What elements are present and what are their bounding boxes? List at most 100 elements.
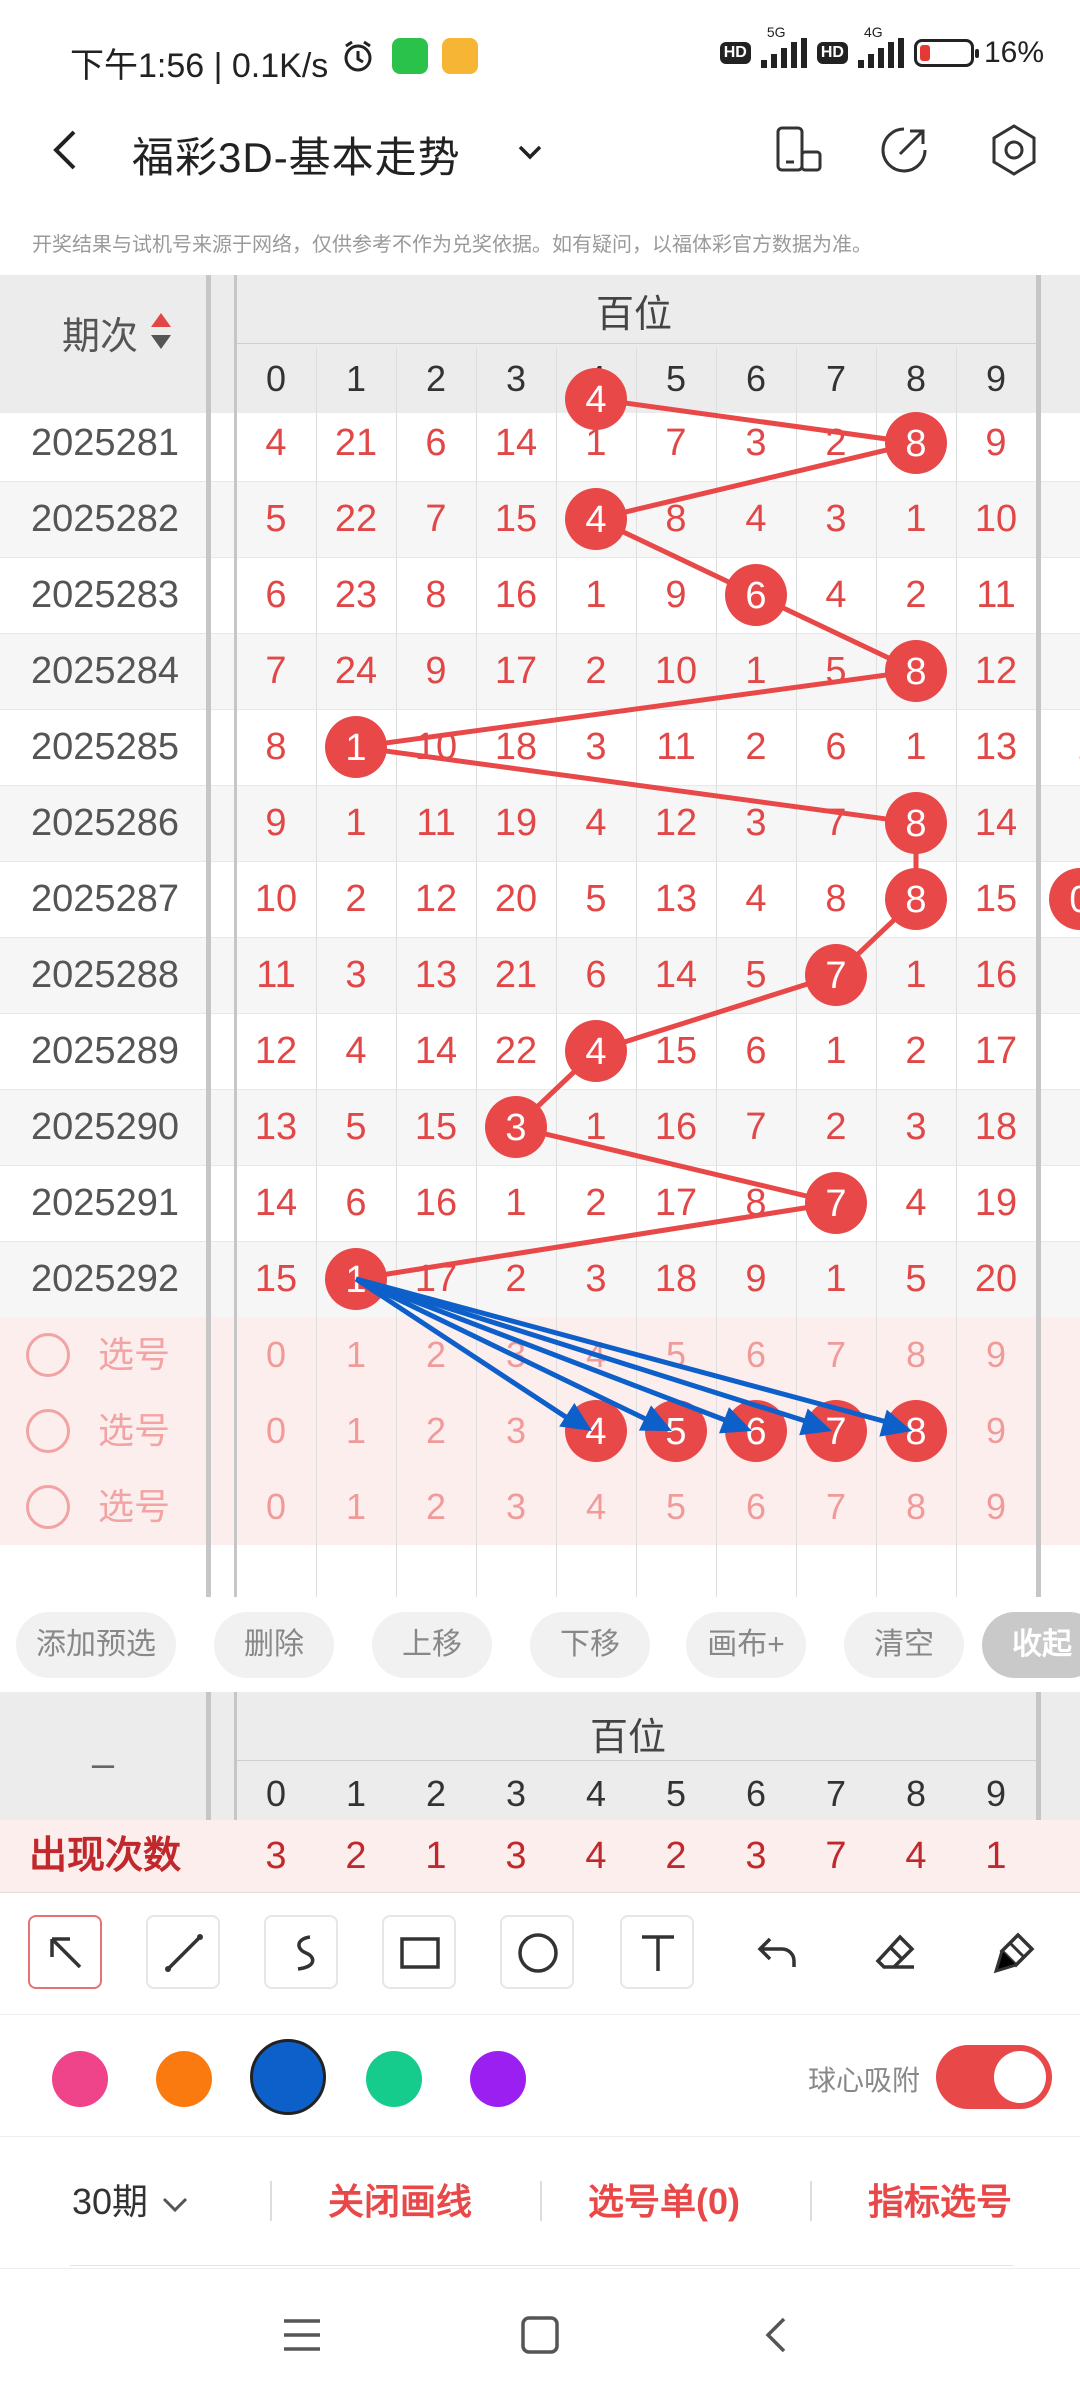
- action-bar: 添加预选 删除 上移 下移 画布+ 清空 收起: [0, 1600, 1080, 1690]
- stats-digit-header: 6: [745, 1773, 767, 1814]
- pick-list-button[interactable]: 选号单(0): [588, 2167, 740, 2237]
- notes-app-icon: [442, 38, 478, 74]
- settings-icon[interactable]: [984, 120, 1044, 180]
- canvas-plus-button[interactable]: 画布+: [686, 1612, 806, 1678]
- color-swatch-purple[interactable]: [470, 2051, 526, 2107]
- move-down-button[interactable]: 下移: [530, 1612, 650, 1678]
- stats-digit-header: 5: [665, 1773, 687, 1814]
- svg-text:7: 7: [825, 1183, 846, 1225]
- stats-section: – 百位 0 1 2 3 4 5 6 7 8 9 0 出现次数 3 2 1 3 4 2 3 7 4 1 3: [0, 1692, 1080, 1892]
- blue-arrow-line: [355, 1276, 899, 1428]
- hit-ball[interactable]: 8: [885, 412, 947, 474]
- svg-text:6: 6: [745, 1411, 766, 1453]
- trend-grid[interactable]: 2025280320513462123820252814216141732962…: [0, 275, 1080, 1597]
- svg-text:8: 8: [905, 803, 926, 845]
- snap-toggle[interactable]: [936, 2045, 1052, 2109]
- hit-ball[interactable]: 7: [805, 944, 867, 1006]
- svg-text:4: 4: [585, 379, 606, 421]
- svg-text:6: 6: [745, 575, 766, 617]
- delete-button[interactable]: 删除: [214, 1612, 334, 1678]
- hit-ball[interactable]: 8: [885, 792, 947, 854]
- indicator-pick-button[interactable]: 指标选号: [868, 2167, 1012, 2237]
- stats-digit-header: 8: [905, 1773, 927, 1814]
- status-time: 下午1:56 | 0.1K/s: [70, 47, 329, 85]
- trend-line-overlay: 4846818874371045678: [325, 368, 1080, 1462]
- add-preselect-button[interactable]: 添加预选: [16, 1612, 176, 1678]
- periods-select[interactable]: 30期: [72, 2167, 192, 2237]
- stats-count: 7: [825, 1835, 847, 1877]
- hit-ball[interactable]: 3: [485, 1096, 547, 1158]
- stats-digit-header: 3: [505, 1773, 527, 1814]
- svg-text:8: 8: [905, 651, 926, 693]
- hit-ball[interactable]: 4: [565, 368, 627, 430]
- svg-text:4: 4: [585, 1031, 606, 1073]
- hit-ball[interactable]: 6: [725, 564, 787, 626]
- hd-badge: HD: [719, 42, 751, 64]
- rectangle-icon[interactable]: [382, 1915, 456, 1989]
- line-icon[interactable]: [146, 1915, 220, 1989]
- hit-ball[interactable]: 4: [565, 488, 627, 550]
- color-swatch-orange[interactable]: [156, 2051, 212, 2107]
- appearance-count-label: 出现次数: [28, 1835, 181, 1877]
- phone-landscape-icon[interactable]: [768, 120, 828, 180]
- stats-digit-header: 7: [825, 1773, 847, 1814]
- stats-digit-header-next-group: 0: [1058, 1762, 1080, 1826]
- circle-icon[interactable]: [500, 1915, 574, 1989]
- collapse-button[interactable]: 收起: [982, 1612, 1080, 1678]
- hit-ball-next-group[interactable]: 0: [1049, 868, 1080, 930]
- chevron-down-icon: [163, 2198, 188, 2213]
- svg-text:1: 1: [345, 727, 366, 769]
- hit-ball[interactable]: 8: [885, 640, 947, 702]
- signal-5g-icon: 5G: [760, 24, 807, 68]
- svg-text:8: 8: [905, 423, 926, 465]
- hit-ball[interactable]: 7: [805, 1172, 867, 1234]
- close-lines-button[interactable]: 关闭画线: [328, 2167, 472, 2237]
- back-icon[interactable]: [40, 122, 90, 178]
- hit-ball[interactable]: 8: [885, 868, 947, 930]
- stats-count: 1: [985, 1835, 1007, 1877]
- stats-row-header: –: [91, 1742, 115, 1786]
- signal-4g-icon: 4G: [857, 24, 904, 68]
- svg-text:5: 5: [665, 1411, 686, 1453]
- stats-count: 4: [585, 1835, 607, 1877]
- stats-digit-header: 4: [585, 1773, 607, 1814]
- blue-arrow-line: [354, 1276, 660, 1428]
- stats-count: 3: [745, 1835, 767, 1877]
- status-bar: 下午1:56 | 0.1K/s HD 5G HD 4G 16%: [0, 0, 1080, 100]
- color-swatch-pink[interactable]: [52, 2051, 108, 2107]
- curve-icon[interactable]: [264, 1915, 338, 1989]
- page-title[interactable]: 福彩3D-基本走势: [132, 124, 461, 185]
- color-picker-bar: 球心吸附: [0, 2014, 1080, 2135]
- dropdown-chevron-icon[interactable]: [512, 134, 548, 170]
- hd-badge-2: HD: [816, 42, 848, 64]
- stats-digit-header: 0: [265, 1773, 287, 1814]
- toggle-knob: [994, 2051, 1046, 2103]
- drawing-toolbar: [0, 1892, 1080, 2013]
- move-up-button[interactable]: 上移: [372, 1612, 492, 1678]
- stats-digit-header: 1: [345, 1773, 367, 1814]
- disclaimer-text: 开奖结果与试机号来源于网络，仅供参考不作为兑奖依据。如有疑问，以福体彩官方数据为…: [32, 234, 872, 256]
- hit-ball[interactable]: 4: [565, 1020, 627, 1082]
- bottom-bar: 30期 关闭画线 选号单(0) 指标选号: [0, 2136, 1080, 2267]
- eraser-icon[interactable]: [858, 1915, 932, 1989]
- nav-back-icon[interactable]: [756, 2313, 800, 2362]
- svg-text:3: 3: [505, 1107, 526, 1149]
- undo-icon[interactable]: [740, 1915, 814, 1989]
- svg-text:7: 7: [825, 955, 846, 997]
- select-arrow-icon[interactable]: [28, 1915, 102, 1989]
- snap-label: 球心吸附: [808, 2065, 921, 2096]
- text-icon[interactable]: [620, 1915, 694, 1989]
- svg-text:7: 7: [825, 1411, 846, 1453]
- stats-count: 3: [265, 1835, 287, 1877]
- hit-ball[interactable]: 1: [325, 716, 387, 778]
- color-swatch-blue-selected[interactable]: [250, 2039, 326, 2115]
- battery-icon: [913, 39, 979, 67]
- color-swatch-green[interactable]: [366, 2051, 422, 2107]
- stats-group-header: 百位: [590, 1717, 667, 1759]
- share-icon[interactable]: [874, 120, 934, 180]
- svg-text:8: 8: [905, 879, 926, 921]
- menu-icon[interactable]: [280, 2313, 324, 2362]
- clear-button[interactable]: 清空: [844, 1612, 964, 1678]
- home-icon[interactable]: [518, 2313, 562, 2362]
- brush-icon[interactable]: [976, 1915, 1050, 1989]
